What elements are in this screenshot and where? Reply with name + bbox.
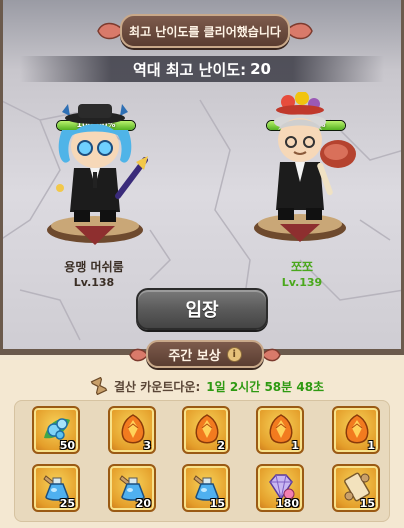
weekly-reward-label: 주간 보상 bbox=[168, 348, 221, 364]
character-level: Lv.138 bbox=[73, 276, 115, 289]
chef-character-sprite bbox=[254, 92, 356, 242]
best-difficulty-value: 20 bbox=[250, 60, 271, 78]
best-difficulty-bar: 역대 최고 난이도: 20 bbox=[20, 56, 384, 82]
character-name: 용맹 머쉬룸 bbox=[64, 260, 124, 274]
reward-slot[interactable]: 15 bbox=[182, 464, 230, 512]
reward-quantity: 1 bbox=[291, 439, 299, 452]
character-name: 쪼쪼 bbox=[290, 260, 314, 274]
reward-slot[interactable]: 2 bbox=[182, 406, 230, 454]
settlement-countdown: 결산 카운트다운: 1일 2시간 58분 48초 bbox=[90, 377, 350, 395]
reward-quantity: 50 bbox=[59, 439, 75, 452]
mushroom-warrior-sprite bbox=[47, 104, 148, 245]
arena-area: 최고 난이도를 클리어했습니다 역대 최고 난이도: 20 100.00% bbox=[0, 0, 404, 352]
info-icon[interactable]: i bbox=[226, 346, 242, 362]
countdown-value: 1일 2시간 58분 48초 bbox=[206, 379, 325, 394]
reward-quantity: 20 bbox=[135, 497, 151, 510]
weekly-reward-tab: 주간 보상 i bbox=[146, 340, 264, 368]
hourglass-icon bbox=[90, 377, 108, 395]
reward-grid: 50 3 2 1 1 25 20 15 180 15 bbox=[14, 400, 390, 522]
countdown-label: 결산 카운트다운: bbox=[114, 379, 201, 394]
reward-quantity: 15 bbox=[359, 497, 375, 510]
reward-slot[interactable]: 50 bbox=[32, 406, 80, 454]
reward-slot[interactable]: 20 bbox=[108, 464, 156, 512]
reward-slot[interactable]: 15 bbox=[332, 464, 380, 512]
best-difficulty-label: 역대 최고 난이도: bbox=[133, 60, 247, 79]
reward-quantity: 1 bbox=[367, 439, 375, 452]
reward-quantity: 180 bbox=[276, 497, 299, 510]
clear-banner: 최고 난이도를 클리어했습니다 bbox=[120, 14, 290, 48]
reward-quantity: 25 bbox=[59, 497, 75, 510]
reward-slot[interactable]: 1 bbox=[332, 406, 380, 454]
reward-quantity: 15 bbox=[209, 497, 225, 510]
enter-button[interactable]: 입장 bbox=[136, 288, 268, 330]
reward-quantity: 3 bbox=[143, 439, 151, 452]
reward-slot[interactable]: 3 bbox=[108, 406, 156, 454]
reward-slot[interactable]: 1 bbox=[256, 406, 304, 454]
character-level: Lv.139 bbox=[281, 276, 323, 289]
reward-quantity: 2 bbox=[217, 439, 225, 452]
reward-slot[interactable]: 180 bbox=[256, 464, 304, 512]
reward-slot[interactable]: 25 bbox=[32, 464, 80, 512]
